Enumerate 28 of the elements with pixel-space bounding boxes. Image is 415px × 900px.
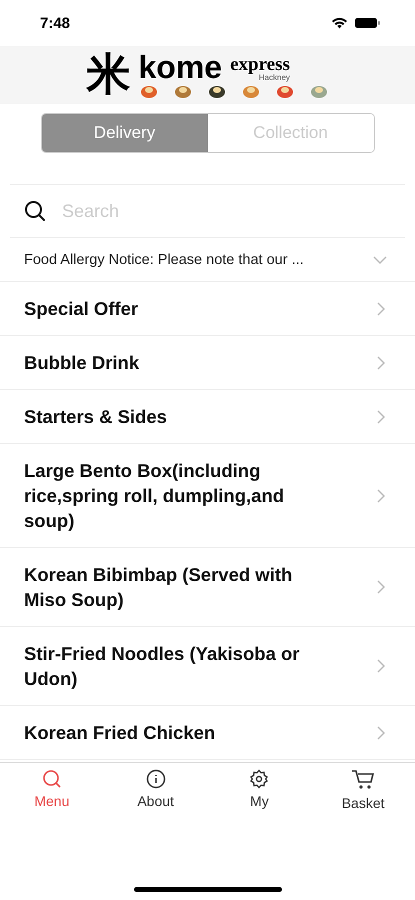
category-item[interactable]: Bubble Drink [0,336,415,390]
search-icon [42,769,62,789]
chevron-icon [377,659,385,673]
chevron-icon [377,356,385,370]
logo-kanji: 米 [86,53,130,97]
cart-icon [351,769,376,791]
info-icon [146,769,166,789]
allergy-notice[interactable]: Food Allergy Notice: Please note that our ... [0,238,415,282]
battery-icon [355,17,381,29]
category-item[interactable]: Korean Fried Chicken [0,706,415,760]
logo-name: kome [138,52,222,82]
category-item[interactable]: Stir-Fried Noodles (Yakisoba or Udon) [0,627,415,706]
settings-icon [249,769,270,789]
category-item[interactable]: Starters & Sides [0,390,415,444]
category-item[interactable]: Korean Bibimbap (Served with Miso Soup) [0,548,415,627]
category-item[interactable]: Large Bento Box(including rice,spring roll, dumpling,and soup) [0,444,415,548]
chevron-icon [377,726,385,740]
status-time: 7:48 [40,14,70,32]
chevron-icon [377,488,385,502]
chevron-icon [377,410,385,424]
chevron-icon [373,256,387,264]
category-item[interactable]: Special Offer [0,282,415,336]
logo-location: Hackney [258,72,290,82]
chevron-icon [377,580,385,594]
chevron-icon [377,302,385,316]
wifi-icon [331,17,348,29]
logo-tagline: express [230,56,290,72]
search-icon [24,200,46,222]
